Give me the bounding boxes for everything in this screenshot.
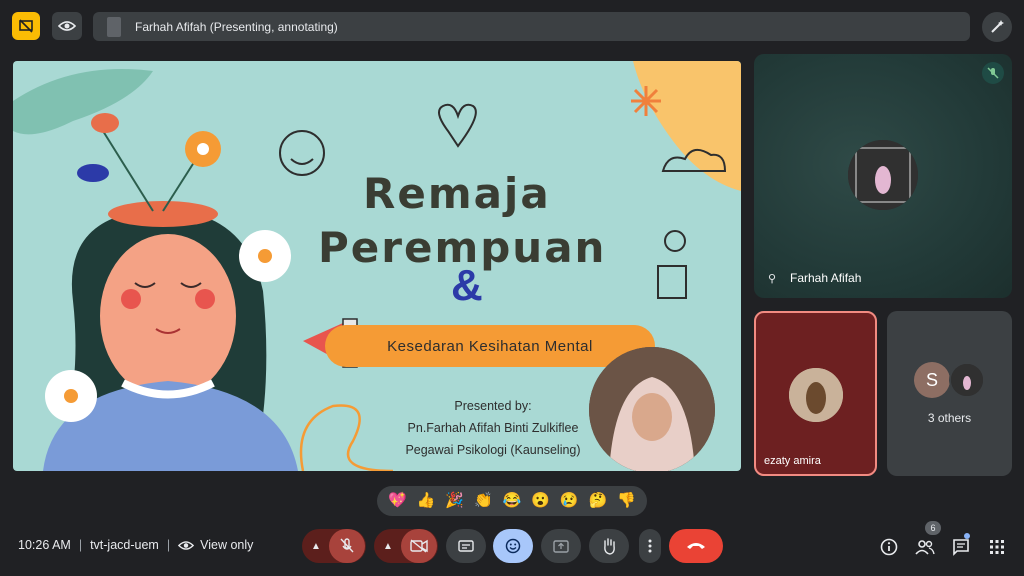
annotate-button[interactable] <box>982 12 1012 42</box>
raise-hand-button[interactable] <box>589 529 629 563</box>
captions-button[interactable] <box>446 529 486 563</box>
others-count-label: 3 others <box>927 411 972 425</box>
reaction-crying[interactable]: 😢 <box>560 492 579 510</box>
emoji-reactions-button[interactable] <box>493 529 533 563</box>
participant-name: Farhah Afifah <box>790 271 862 285</box>
hide-presentation-button[interactable] <box>12 12 40 40</box>
view-button[interactable] <box>52 12 82 40</box>
captions-icon <box>458 540 474 552</box>
participant-name: ezaty amira <box>764 455 821 467</box>
mic-toggle-button[interactable] <box>329 529 365 563</box>
eye-icon <box>58 21 76 31</box>
more-options-button[interactable] <box>639 529 661 563</box>
reaction-surprised[interactable]: 😮 <box>531 492 550 510</box>
meeting-code: tvt-jacd-uem <box>90 538 159 552</box>
reaction-thinking[interactable]: 🤔 <box>589 492 608 510</box>
reaction-thumbs-down[interactable]: 👎 <box>617 492 636 510</box>
smiley-icon <box>505 538 521 554</box>
info-icon <box>880 538 898 556</box>
camera-toggle-button[interactable] <box>401 529 437 563</box>
people-icon <box>915 540 935 555</box>
slide-subtitle-banner: Kesedaran Kesihatan Mental <box>325 325 655 367</box>
more-vert-icon <box>648 539 652 553</box>
reaction-sparkling-heart[interactable]: 💖 <box>388 492 407 510</box>
chat-notification-dot <box>964 533 970 539</box>
participant-tile-ezaty[interactable]: ezaty amira <box>754 311 877 476</box>
reaction-thumbs-up[interactable]: 👍 <box>417 492 436 510</box>
presentation-status-bar: Farhah Afifah (Presenting, annotating) <box>93 12 970 41</box>
mic-control-group: ▲ <box>302 529 366 563</box>
participant-avatar <box>789 368 843 422</box>
camera-control-group: ▲ <box>374 529 438 563</box>
reaction-party-popper[interactable]: 🎉 <box>445 492 464 510</box>
presentation-off-icon <box>19 19 33 33</box>
presentation-slide: Remaja Perempuan & Kesedaran Kesihatan M… <box>13 61 741 471</box>
separator: | <box>166 538 171 552</box>
participant-avatar <box>949 362 985 398</box>
presenter-role: Pegawai Psikologi (Kaunseling) <box>405 443 581 457</box>
participant-tile-main[interactable]: ⚲ Farhah Afifah <box>754 54 1012 298</box>
chat-button[interactable] <box>950 536 972 558</box>
mic-off-icon <box>982 62 1004 84</box>
chevron-up-icon[interactable]: ▲ <box>375 541 401 552</box>
present-screen-button[interactable] <box>541 529 581 563</box>
chevron-up-icon[interactable]: ▲ <box>303 541 329 552</box>
current-time: 10:26 AM <box>18 538 71 552</box>
separator: | <box>78 538 83 552</box>
participant-tile-others[interactable]: S 3 others <box>887 311 1012 476</box>
meeting-info: 10:26 AM | tvt-jacd-uem | View only <box>18 538 253 552</box>
raise-hand-icon <box>604 538 615 555</box>
reaction-joy[interactable]: 😂 <box>503 492 522 510</box>
phone-hangup-icon <box>687 543 705 549</box>
presenter-photo <box>589 347 715 471</box>
people-count-badge: 6 <box>925 521 941 535</box>
pen-sparkle-icon <box>991 20 1004 33</box>
activities-button[interactable] <box>986 536 1008 558</box>
leave-call-button[interactable] <box>669 529 723 563</box>
apps-grid-icon <box>990 540 1004 554</box>
slide-title-line1: Remaja <box>363 169 551 218</box>
meeting-details-button[interactable] <box>878 536 900 558</box>
participant-initial-avatar: S <box>914 362 950 398</box>
participant-avatar <box>848 140 918 210</box>
chat-icon <box>953 539 969 556</box>
eye-icon <box>178 540 195 550</box>
mic-off-icon <box>340 538 354 553</box>
people-button[interactable] <box>914 536 936 558</box>
slide-ampersand: & <box>451 261 483 310</box>
view-only-label: View only <box>200 538 254 552</box>
slide-subtitle: Kesedaran Kesihatan Mental <box>387 337 593 355</box>
presenter-thumbnail <box>107 16 121 37</box>
camera-off-icon <box>410 539 428 553</box>
presenting-text: Farhah Afifah (Presenting, annotating) <box>135 19 338 34</box>
reactions-bar: 💖 👍 🎉 👏 😂 😮 😢 🤔 👎 <box>377 486 647 516</box>
present-screen-icon <box>553 539 569 553</box>
pin-icon: ⚲ <box>768 273 777 285</box>
reaction-clapping[interactable]: 👏 <box>474 492 493 510</box>
